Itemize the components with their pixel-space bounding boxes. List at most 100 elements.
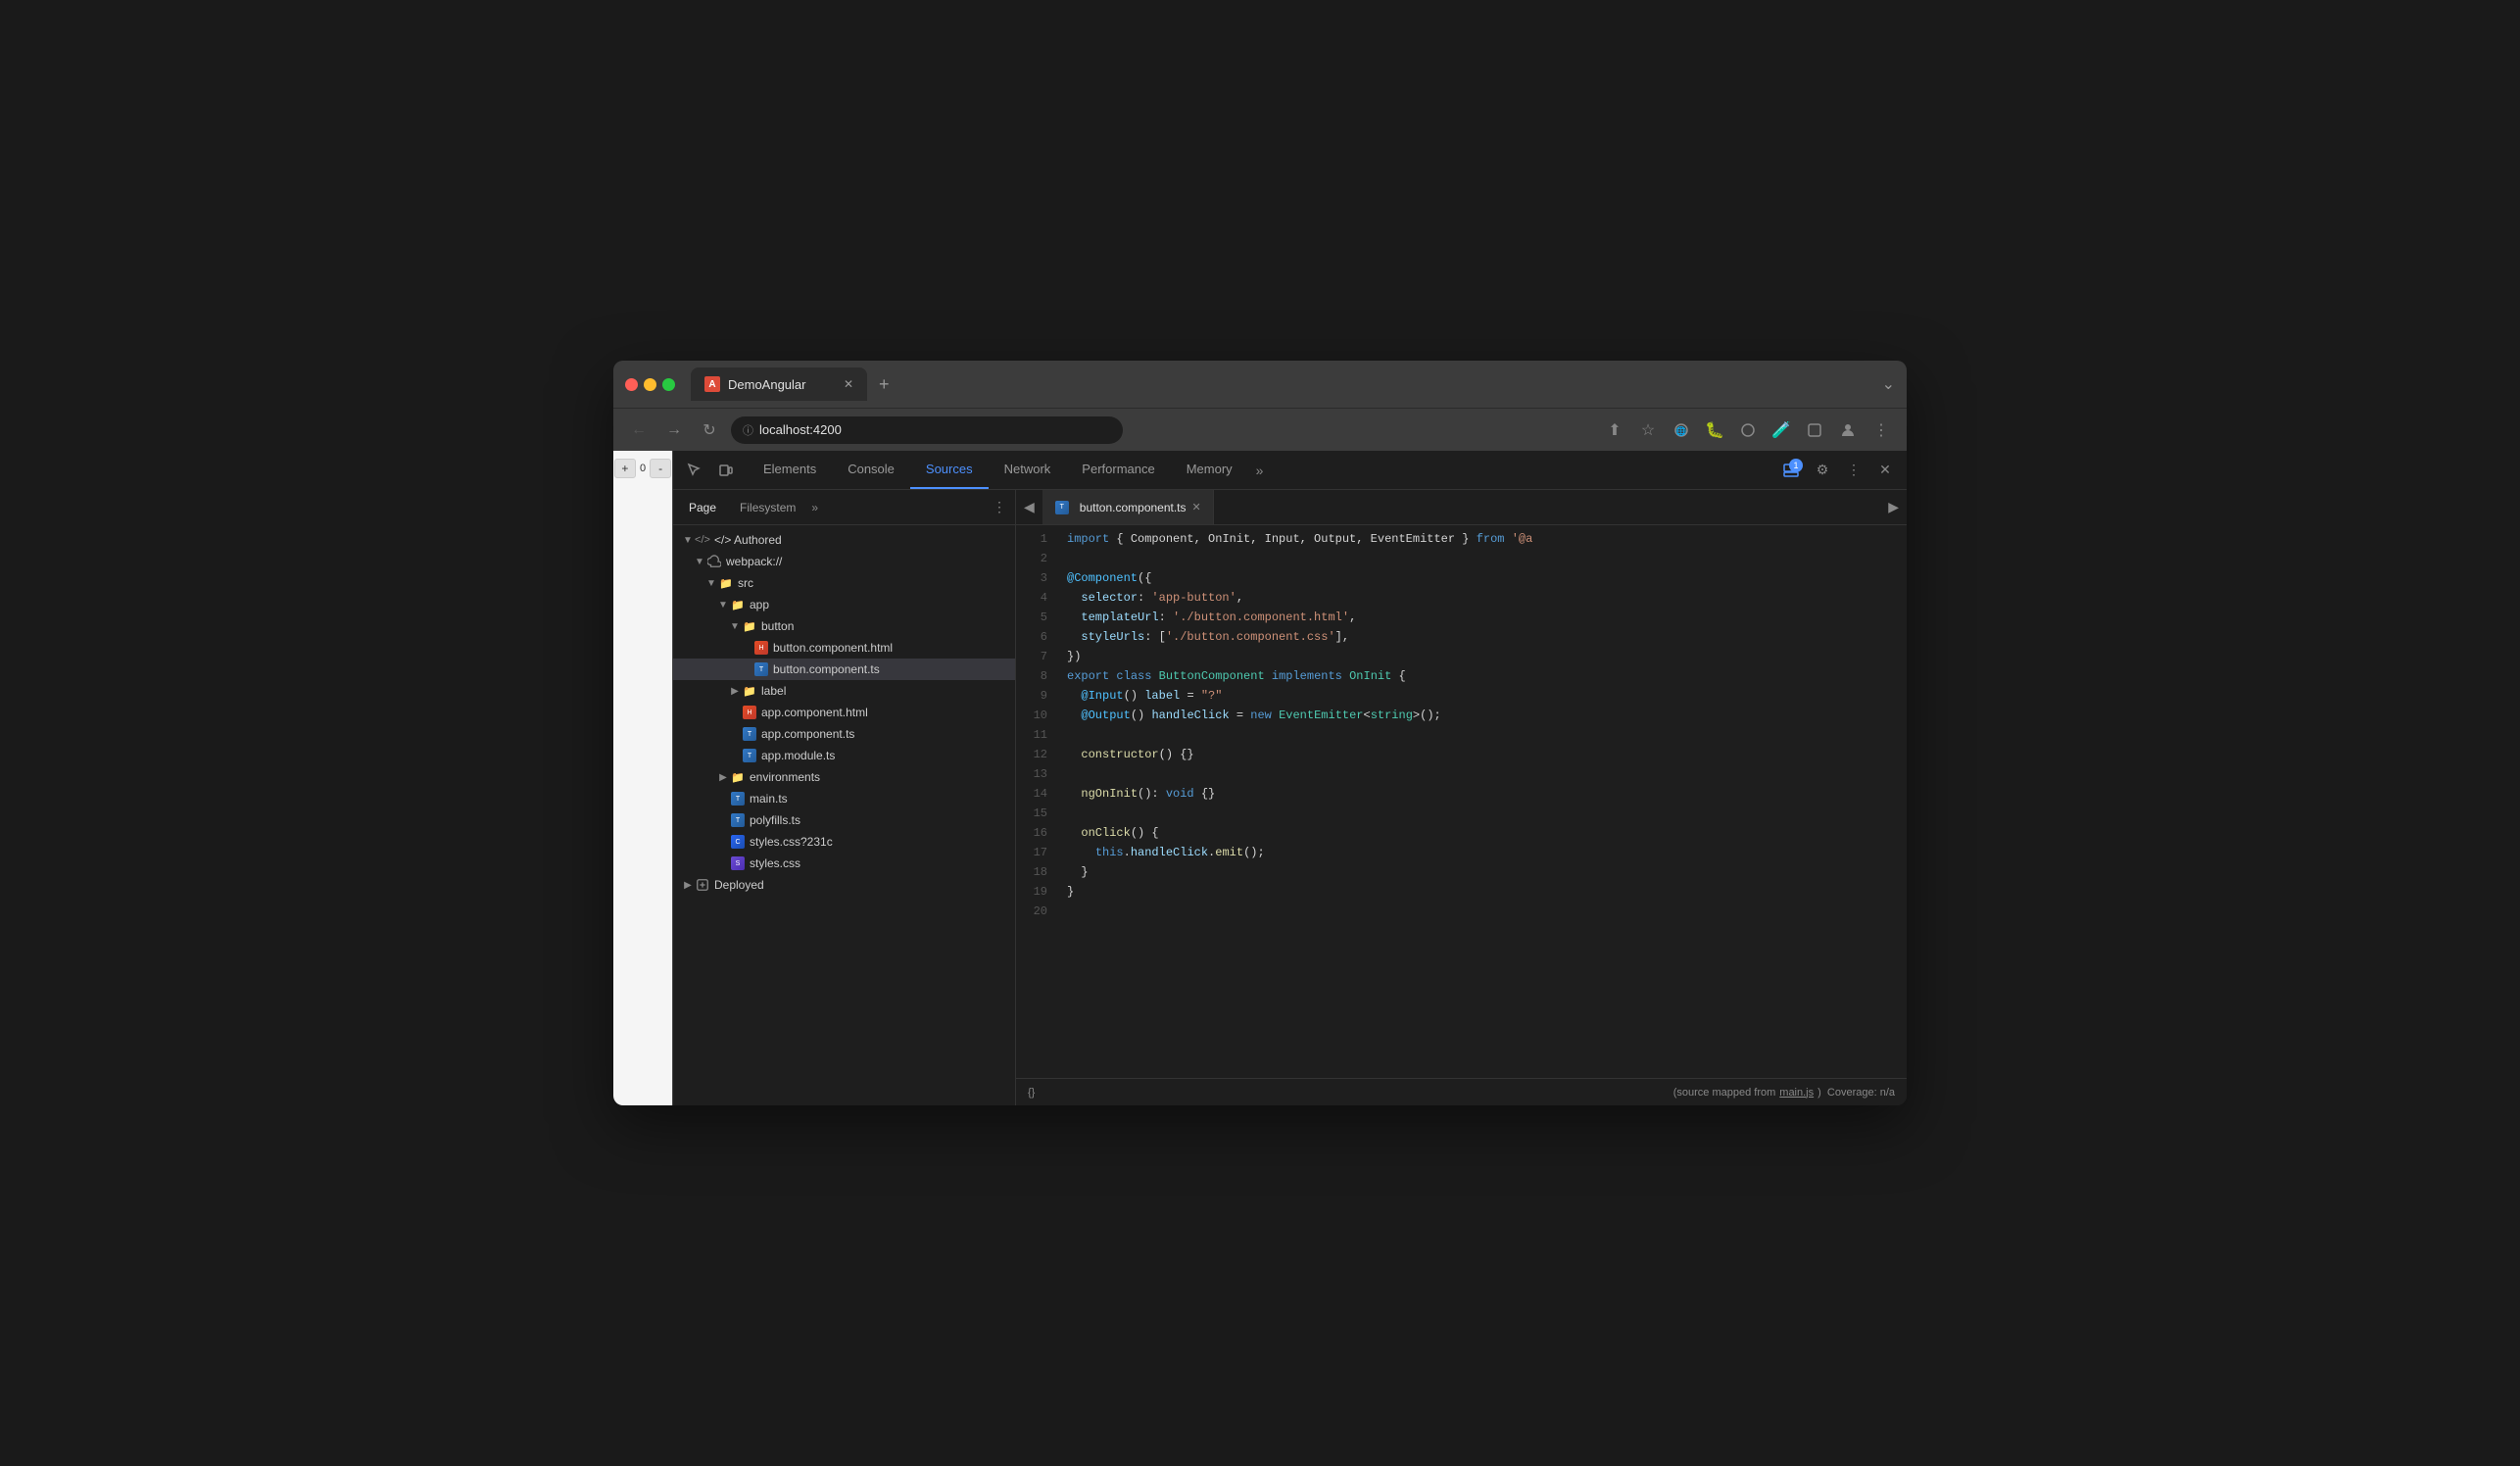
app-ts-label: app.component.ts [761, 727, 854, 741]
tab-elements[interactable]: Elements [748, 451, 832, 489]
line-num-3: 3 [1016, 568, 1055, 588]
code-content[interactable]: import { Component, OnInit, Input, Outpu… [1055, 525, 1907, 1078]
editor-active-tab[interactable]: T button.component.ts ✕ [1042, 490, 1214, 524]
inspect-element-icon[interactable] [681, 457, 708, 484]
source-mapped-end: ) Coverage: n/a [1817, 1087, 1895, 1099]
styles-hash-icon: C [730, 834, 746, 850]
tree-item-app-module[interactable]: T app.module.ts [673, 745, 1015, 766]
back-icon: ← [631, 421, 647, 439]
code-line-9: @Input() label = "?" [1067, 686, 1895, 706]
extension2-icon[interactable]: 🐛 [1701, 416, 1728, 444]
tree-item-main-ts[interactable]: T main.ts [673, 788, 1015, 809]
subtab-filesystem[interactable]: Filesystem [728, 490, 807, 524]
code-line-8: export class ButtonComponent implements … [1067, 666, 1895, 686]
tree-item-webpack[interactable]: ▼ webpack:// [673, 551, 1015, 572]
share-icon[interactable]: ⬆ [1601, 416, 1628, 444]
tab-sources[interactable]: Sources [910, 451, 989, 489]
tab-favicon: A [704, 376, 720, 392]
tree-item-authored[interactable]: ▼ </> </> Authored [673, 529, 1015, 551]
tree-item-button-ts[interactable]: T button.component.ts [673, 659, 1015, 680]
window-chevron[interactable]: ⌄ [1882, 374, 1895, 394]
close-devtools-icon[interactable]: ✕ [1871, 457, 1899, 484]
extension1-icon[interactable]: 🌐 [1668, 416, 1695, 444]
console-drawer-icon[interactable]: 1 [1777, 457, 1805, 484]
device-toolbar-icon[interactable] [712, 457, 740, 484]
cloud-icon [706, 554, 722, 569]
tree-item-label-folder[interactable]: ▶ 📁 label [673, 680, 1015, 702]
subtab-more-button[interactable]: » [807, 501, 822, 514]
new-tab-button[interactable]: + [871, 374, 897, 395]
browser-tab[interactable]: A DemoAngular ✕ [691, 367, 867, 401]
tree-item-polyfills[interactable]: T polyfills.ts [673, 809, 1015, 831]
settings-icon[interactable]: ⚙ [1809, 457, 1836, 484]
src-folder-icon: 📁 [718, 575, 734, 591]
devtools-right-icons: 1 ⚙ ⋮ ✕ [1769, 457, 1907, 484]
code-line-11 [1067, 725, 1895, 745]
devtools-left-icons [673, 457, 748, 484]
line-num-12: 12 [1016, 745, 1055, 764]
tree-item-styles-css[interactable]: S styles.css [673, 853, 1015, 874]
tab-performance[interactable]: Performance [1066, 451, 1170, 489]
environments-icon: 📁 [730, 769, 746, 785]
tree-item-styles-hash[interactable]: C styles.css?231c [673, 831, 1015, 853]
forward-button[interactable]: → [660, 416, 688, 444]
zoom-minus-button[interactable]: - [650, 459, 671, 478]
polyfills-icon: T [730, 812, 746, 828]
subtab-page[interactable]: Page [677, 490, 728, 524]
maximize-traffic-light[interactable] [662, 378, 675, 391]
tab-network[interactable]: Network [989, 451, 1067, 489]
tree-item-src[interactable]: ▼ 📁 src [673, 572, 1015, 594]
editor-prev-tab[interactable]: ◀ [1016, 490, 1042, 524]
zoom-controls: + 0 - [614, 459, 671, 478]
format-button[interactable]: {} [1028, 1087, 1035, 1099]
button-folder-arrow: ▼ [728, 621, 742, 632]
extension3-icon[interactable] [1734, 416, 1762, 444]
tree-item-button-folder[interactable]: ▼ 📁 button [673, 615, 1015, 637]
statusbar-right: (source mapped from main.js ) Coverage: … [1673, 1087, 1895, 1099]
tab-console[interactable]: Console [832, 451, 910, 489]
console-badge: 1 [1789, 459, 1803, 472]
html-file-icon: H [753, 640, 769, 656]
editor-collapse-button[interactable]: ▶ [1880, 499, 1907, 515]
zoom-plus-button[interactable]: + [614, 459, 636, 478]
tree-item-environments[interactable]: ▶ 📁 environments [673, 766, 1015, 788]
tab-bar: A DemoAngular ✕ + [691, 367, 1874, 401]
editor-tab-icon: T [1054, 500, 1070, 515]
minimize-traffic-light[interactable] [644, 378, 656, 391]
extension5-icon[interactable] [1801, 416, 1828, 444]
deployed-arrow: ▶ [681, 880, 695, 891]
styles-css-icon: S [730, 855, 746, 871]
back-button[interactable]: ← [625, 416, 653, 444]
reload-button[interactable]: ↻ [696, 416, 723, 444]
address-input[interactable]: ⓘ localhost:4200 [731, 416, 1123, 444]
tree-item-app-ts[interactable]: T app.component.ts [673, 723, 1015, 745]
line-num-2: 2 [1016, 549, 1055, 568]
code-line-14: ngOnInit(): void {} [1067, 784, 1895, 804]
main-js-link[interactable]: main.js [1779, 1087, 1814, 1099]
source-mapped-text: (source mapped from [1673, 1087, 1776, 1099]
more-tabs-button[interactable]: » [1248, 451, 1272, 489]
line-num-19: 19 [1016, 882, 1055, 902]
zoom-value: 0 [638, 463, 648, 474]
editor-tab-close[interactable]: ✕ [1192, 501, 1201, 513]
code-line-7: }) [1067, 647, 1895, 666]
lock-icon: ⓘ [743, 422, 753, 438]
bookmark-icon[interactable]: ☆ [1634, 416, 1662, 444]
line-num-18: 18 [1016, 862, 1055, 882]
code-line-18: } [1067, 862, 1895, 882]
button-html-label: button.component.html [773, 641, 893, 655]
tree-item-app-html[interactable]: H app.component.html [673, 702, 1015, 723]
tab-close-button[interactable]: ✕ [844, 377, 853, 391]
close-traffic-light[interactable] [625, 378, 638, 391]
user-icon[interactable] [1834, 416, 1862, 444]
more-options-icon[interactable]: ⋮ [1867, 416, 1895, 444]
tab-memory[interactable]: Memory [1171, 451, 1248, 489]
devtools-body: Page Filesystem » ⋮ ▼ [673, 490, 1907, 1105]
tree-item-deployed[interactable]: ▶ Deployed [673, 874, 1015, 896]
subtab-menu-button[interactable]: ⋮ [988, 496, 1011, 519]
extension4-icon[interactable]: 🧪 [1768, 416, 1795, 444]
tree-item-button-html[interactable]: H button.component.html [673, 637, 1015, 659]
code-line-4: selector: 'app-button', [1067, 588, 1895, 608]
tree-item-app[interactable]: ▼ 📁 app [673, 594, 1015, 615]
customize-icon[interactable]: ⋮ [1840, 457, 1867, 484]
